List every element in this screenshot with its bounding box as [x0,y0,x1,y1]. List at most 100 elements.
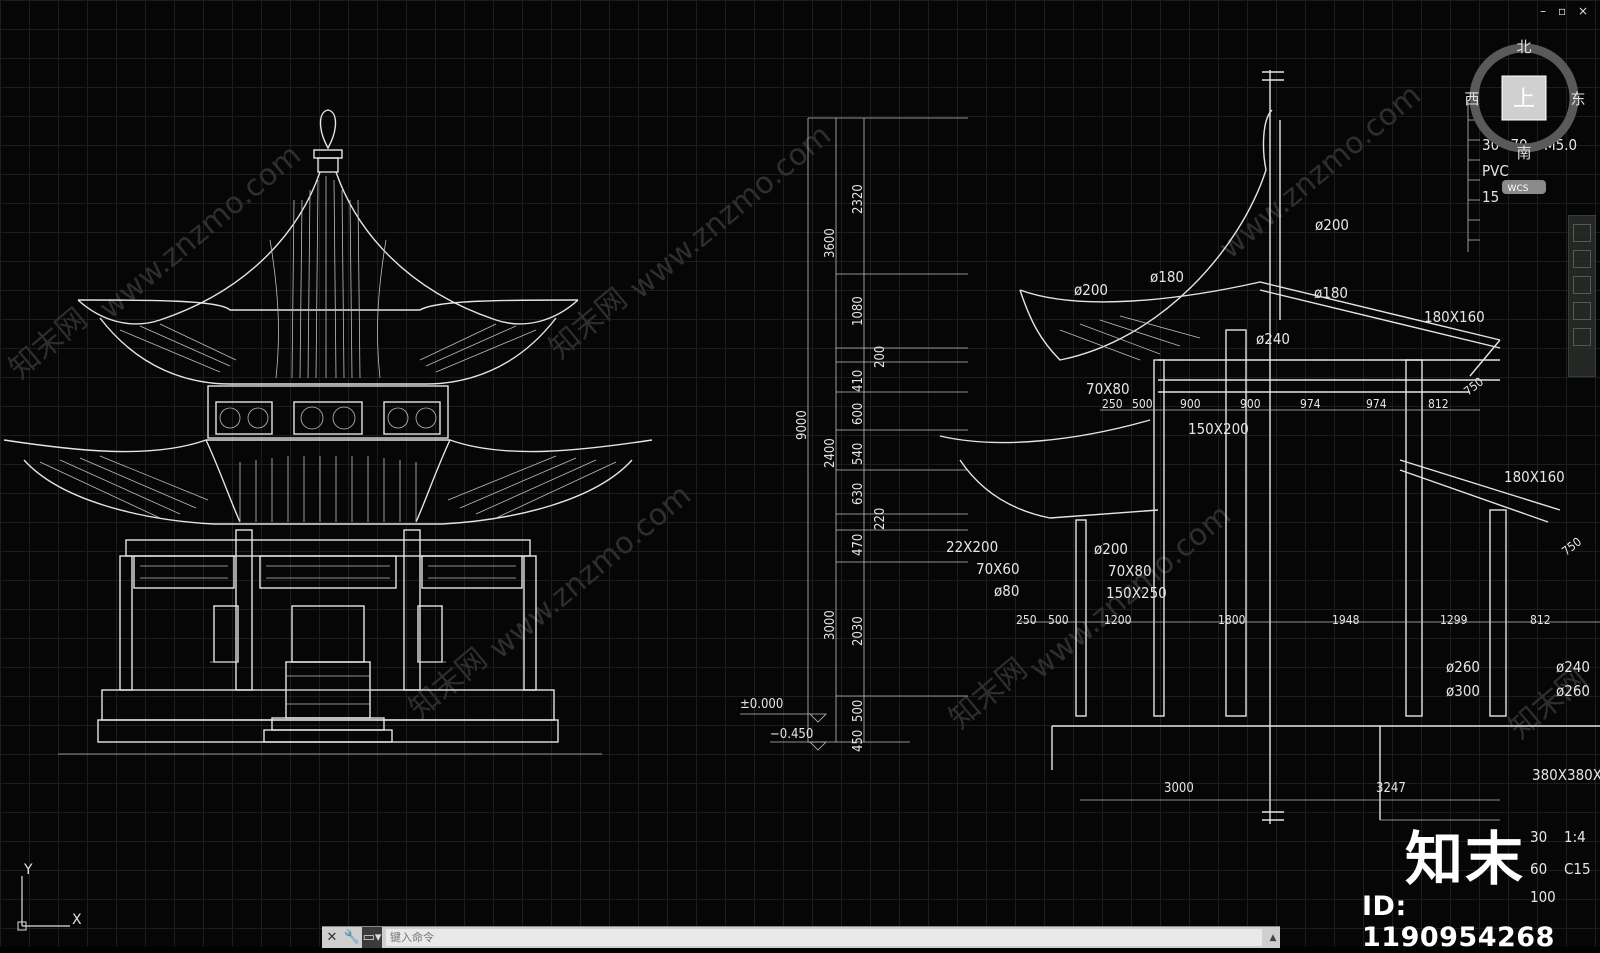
svg-text:X: X [72,912,82,928]
svg-text:500: 500 [1132,397,1153,411]
svg-text:540: 540 [851,443,866,465]
watermark-id: ID: 1190954268 [1362,891,1555,953]
svg-text:250: 250 [1016,613,1037,627]
svg-text:ø180: ø180 [1314,284,1348,302]
svg-text:470: 470 [851,534,866,556]
svg-text:ø80: ø80 [994,582,1019,600]
close-button[interactable]: × [1578,4,1592,18]
svg-text:812: 812 [1530,613,1551,627]
compass-east[interactable]: 东 [1570,90,1585,108]
svg-text:1299: 1299 [1440,613,1468,627]
svg-text:www.znzmo.com: www.znzmo.com [1213,78,1428,267]
svg-text:9000: 9000 [795,410,810,440]
svg-text:180X160: 180X160 [1504,468,1565,486]
compass-south[interactable]: 南 [1516,144,1531,162]
svg-text:974: 974 [1300,397,1321,411]
svg-text:900: 900 [1180,397,1201,411]
svg-text:15: 15 [1482,188,1499,206]
svg-text:知末网: 知末网 [403,641,494,726]
svg-text:1:4: 1:4 [1564,828,1586,846]
command-line: ✕ 🔧 ▭▾ ▲ [322,926,1280,948]
svg-text:ø260: ø260 [1556,682,1590,700]
svg-text:ø240: ø240 [1556,658,1590,676]
zoom-icon[interactable] [1573,250,1591,268]
recent-commands-icon[interactable]: ▭▾ [362,927,382,948]
restore-button[interactable]: ▫ [1558,4,1570,18]
svg-text:380X380X: 380X380X [1532,766,1600,784]
svg-text:www.znzmo.com: www.znzmo.com [623,118,838,307]
svg-text:ø200: ø200 [1315,216,1349,234]
svg-text:1200: 1200 [1104,613,1132,627]
svg-text:www.znzmo.com: www.znzmo.com [483,478,698,667]
watermark-logo: 知末 [1405,825,1526,893]
svg-text:PVC: PVC [1482,162,1509,180]
svg-text:22X200: 22X200 [946,538,998,556]
svg-text:70X80: 70X80 [1108,562,1152,580]
customize-wrench-icon[interactable]: 🔧 [342,927,362,948]
minimize-button[interactable]: – [1540,4,1550,18]
svg-text:600: 600 [851,403,866,425]
svg-text:70X60: 70X60 [976,560,1020,578]
svg-text:C15: C15 [1564,860,1591,878]
svg-text:知末网: 知末网 [543,281,634,366]
svg-text:Y: Y [23,862,33,878]
svg-text:410: 410 [851,370,866,392]
svg-text:70X80: 70X80 [1086,380,1130,398]
svg-text:1080: 1080 [851,296,866,326]
svg-text:500: 500 [1048,613,1069,627]
svg-text:812: 812 [1428,397,1449,411]
compass-north[interactable]: 北 [1516,38,1531,56]
svg-text:60: 60 [1530,860,1547,878]
window-controls: – ▫ × [1540,4,1592,18]
command-input[interactable] [386,929,1262,946]
svg-text:750: 750 [1559,535,1584,559]
svg-text:ø300: ø300 [1446,682,1480,700]
pavilion-section: ø200 ø200 ø180 ø180 ø240 180X160 180X160… [939,70,1600,906]
ucs-icon: Y X [17,862,82,931]
svg-text:900: 900 [1240,397,1261,411]
svg-text:500: 500 [851,700,866,722]
svg-text:±0.000: ±0.000 [740,697,783,712]
wcs-label: WCS [1508,184,1529,194]
svg-text:1800: 1800 [1218,613,1246,627]
navigation-bar[interactable] [1568,215,1596,377]
command-history-arrow-icon[interactable]: ▲ [1266,933,1280,943]
orbit-icon[interactable] [1573,276,1591,294]
pan-icon[interactable] [1573,224,1591,242]
svg-text:知末网: 知末网 [943,651,1034,736]
svg-text:3600: 3600 [823,228,838,258]
svg-text:ø260: ø260 [1446,658,1480,676]
svg-text:2320: 2320 [851,184,866,214]
svg-text:www.znzmo.com: www.znzmo.com [93,138,308,327]
svg-text:2400: 2400 [823,438,838,468]
svg-text:150X250: 150X250 [1106,584,1167,602]
svg-text:ø200: ø200 [1094,540,1128,558]
svg-text:3000: 3000 [1164,781,1194,796]
height-dimensions: 3600 9000 3000 450 2320 1080 200 410 600… [740,117,968,752]
svg-text:3247: 3247 [1376,781,1406,796]
showmotion-icon[interactable] [1573,302,1591,320]
svg-text:2030: 2030 [851,616,866,646]
svg-text:1948: 1948 [1332,613,1360,627]
svg-text:180X160: 180X160 [1424,308,1485,326]
svg-text:974: 974 [1366,397,1387,411]
svg-text:ø200: ø200 [1074,281,1108,299]
svg-text:−0.450: −0.450 [770,727,813,742]
steering-wheel-icon[interactable] [1573,328,1591,346]
svg-text:450: 450 [851,730,866,752]
compass-west[interactable]: 西 [1464,90,1479,108]
pavilion-elevation [3,109,653,755]
svg-text:ø180: ø180 [1150,268,1184,286]
cad-drawing: 知末网 www.znzmo.com 知末网 www.znzmo.com 知末网 … [3,38,1600,931]
svg-text:30: 30 [1530,828,1547,846]
svg-text:630: 630 [851,483,866,505]
close-icon[interactable]: ✕ [322,927,342,948]
viewcube-face-label: 上 [1513,87,1535,112]
svg-text:250: 250 [1102,397,1123,411]
svg-text:3000: 3000 [823,610,838,640]
svg-text:750: 750 [1461,375,1486,399]
svg-text:ø240: ø240 [1256,330,1290,348]
svg-text:150X200: 150X200 [1188,420,1249,438]
svg-text:200: 200 [873,346,888,368]
svg-text:220: 220 [873,508,888,530]
